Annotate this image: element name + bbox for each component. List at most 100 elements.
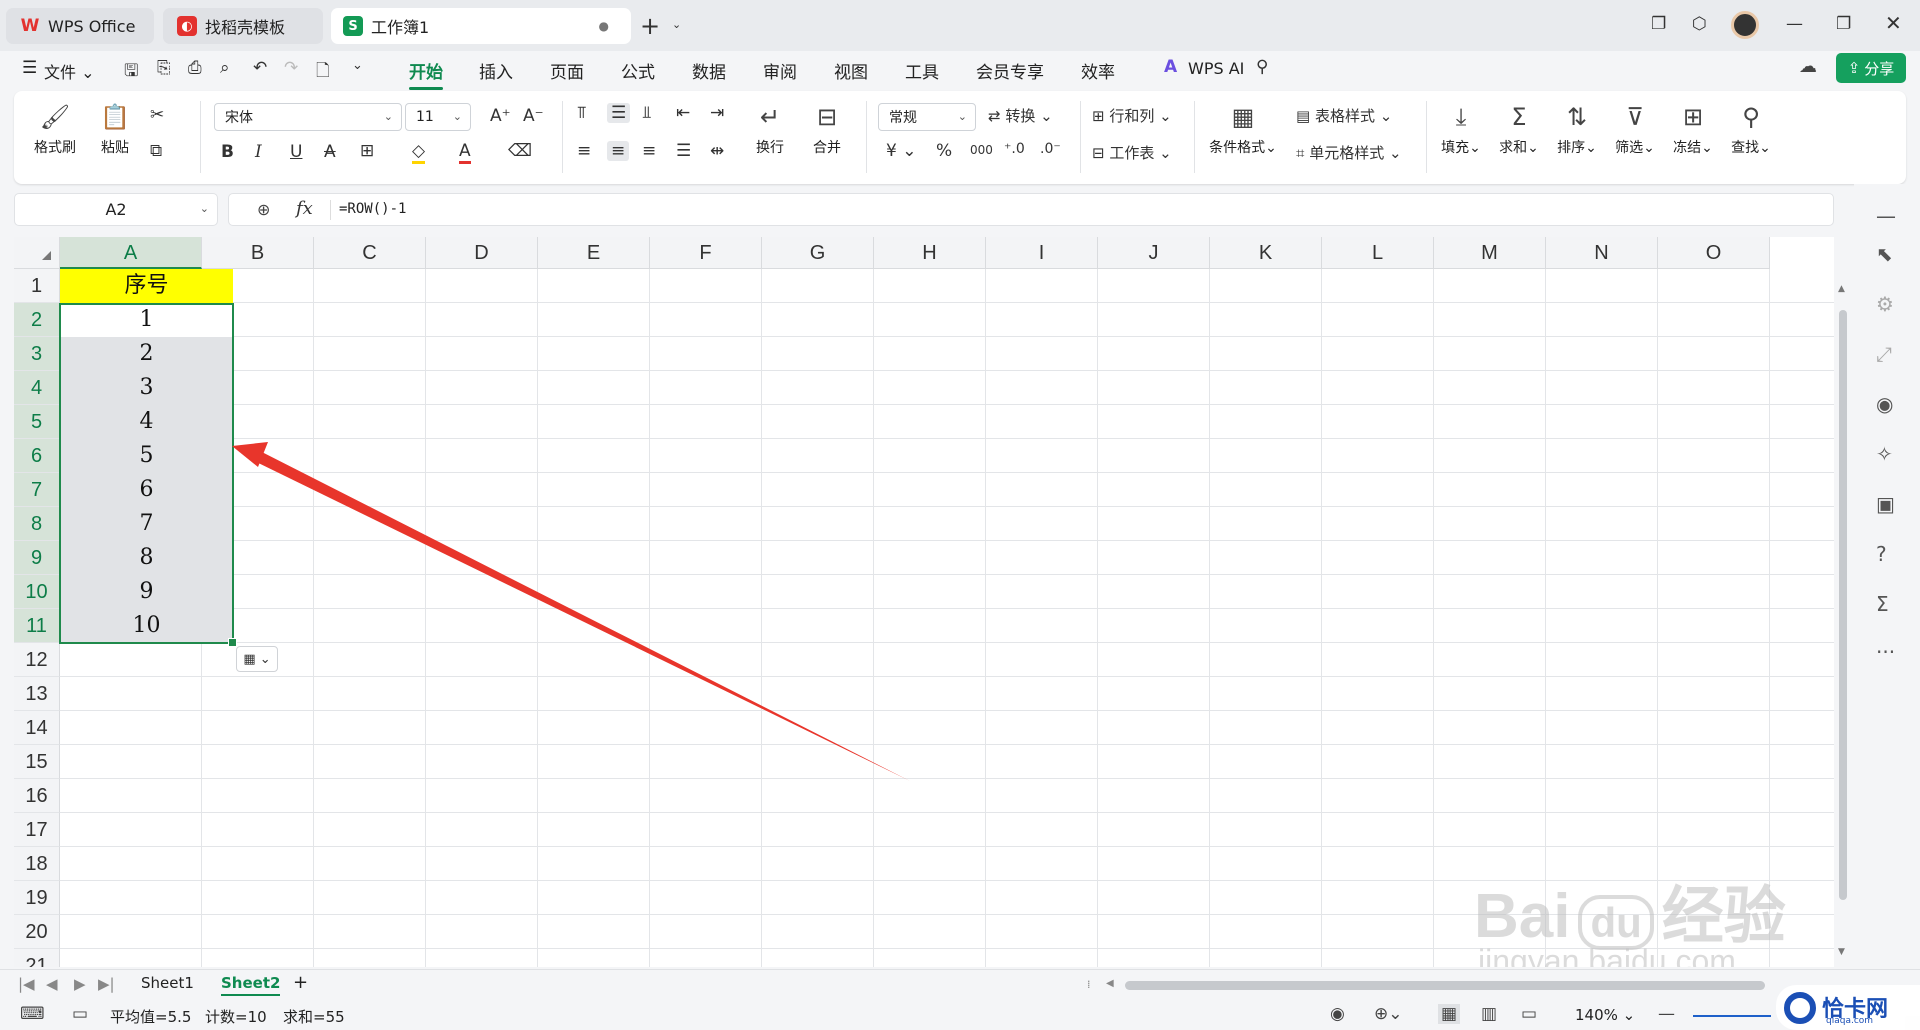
- restore-icon[interactable]: ❐: [1836, 14, 1851, 34]
- page-layout-view-icon[interactable]: ▭: [1521, 1004, 1537, 1024]
- macro-icon[interactable]: ⌨: [20, 1004, 45, 1024]
- chevron-down-icon[interactable]: ⌄: [672, 18, 681, 31]
- copy-icon[interactable]: ⧉: [150, 141, 162, 161]
- row-header-3[interactable]: 3: [14, 337, 60, 371]
- freeze-button[interactable]: ⊞ 冻结⌄: [1670, 103, 1716, 157]
- row-header-9[interactable]: 9: [14, 541, 60, 575]
- add-sheet-button[interactable]: +: [293, 972, 308, 993]
- cloud-sync-icon[interactable]: ☁: [1799, 56, 1817, 77]
- help-icon[interactable]: ?: [1876, 542, 1887, 566]
- justify-icon[interactable]: ☰: [676, 141, 691, 161]
- distributed-icon[interactable]: ⇹: [710, 141, 724, 161]
- percent-icon[interactable]: %: [936, 141, 952, 161]
- row-header-13[interactable]: 13: [14, 677, 60, 711]
- export-icon[interactable]: ⎘: [157, 58, 171, 78]
- normal-view-icon[interactable]: ▦: [1438, 1004, 1461, 1024]
- menu-insert[interactable]: 插入: [479, 58, 513, 83]
- format-painter-button[interactable]: 🖌 格式刷: [32, 103, 78, 157]
- menu-formula[interactable]: 公式: [621, 58, 655, 83]
- new-file-icon[interactable]: 🗋: [316, 58, 330, 87]
- menu-wps-ai[interactable]: WPS AI: [1188, 59, 1244, 78]
- row-header-1[interactable]: 1: [14, 269, 60, 303]
- column-header-m[interactable]: M: [1434, 237, 1546, 269]
- menu-view[interactable]: 视图: [834, 58, 868, 83]
- fill-color-icon[interactable]: ◇: [412, 141, 426, 164]
- zoom-slider[interactable]: [1693, 1015, 1771, 1017]
- column-header-h[interactable]: H: [874, 237, 986, 269]
- window-list-icon[interactable]: ❐: [1651, 14, 1666, 34]
- thousands-icon[interactable]: 000: [970, 143, 993, 157]
- align-left-icon[interactable]: ≡: [577, 141, 591, 161]
- name-box[interactable]: A2 ⌄: [14, 193, 218, 226]
- currency-icon[interactable]: ¥ ⌄: [886, 141, 916, 161]
- row-header-12[interactable]: 12: [14, 643, 60, 677]
- indent-icon[interactable]: ⇥: [710, 103, 724, 123]
- number-format-select[interactable]: 常规 ⌄: [878, 103, 976, 131]
- conditional-format-button[interactable]: ▦ 条件格式⌄: [1208, 103, 1278, 157]
- column-header-b[interactable]: B: [202, 237, 314, 269]
- cell-style-button[interactable]: ⌗ 单元格样式 ⌄: [1296, 142, 1402, 163]
- menu-tools[interactable]: 工具: [905, 58, 939, 83]
- column-header-g[interactable]: G: [762, 237, 874, 269]
- decrease-decimal-icon[interactable]: .0⁻: [1040, 141, 1061, 157]
- column-header-n[interactable]: N: [1546, 237, 1658, 269]
- formula-input[interactable]: =ROW()-1: [339, 201, 406, 217]
- sheet-tab-sheet1[interactable]: Sheet1: [141, 974, 194, 992]
- print-preview-icon[interactable]: ⌕: [220, 58, 230, 78]
- sort-button[interactable]: ⇅ 排序⌄: [1554, 103, 1600, 157]
- ai-chart-icon[interactable]: ◉: [1876, 392, 1893, 416]
- table-style-button[interactable]: ▤ 表格样式 ⌄: [1296, 105, 1392, 126]
- italic-icon[interactable]: I: [255, 142, 262, 162]
- menu-review[interactable]: 审阅: [763, 58, 797, 83]
- increase-font-icon[interactable]: A⁺: [490, 106, 511, 126]
- undo-icon[interactable]: ↶: [253, 58, 267, 78]
- page-icon[interactable]: ▭: [72, 1004, 88, 1024]
- column-header-l[interactable]: L: [1322, 237, 1434, 269]
- row-header-17[interactable]: 17: [14, 813, 60, 847]
- tab-wps-office[interactable]: W WPS Office: [6, 8, 154, 44]
- row-header-18[interactable]: 18: [14, 847, 60, 881]
- more-icon[interactable]: ···: [1876, 640, 1895, 664]
- row-header-5[interactable]: 5: [14, 405, 60, 439]
- cut-icon[interactable]: ✂: [150, 105, 164, 125]
- horizontal-scrollbar[interactable]: [1125, 981, 1765, 990]
- align-top-icon[interactable]: ⫪: [577, 103, 587, 123]
- align-bottom-icon[interactable]: ⫫: [642, 103, 652, 123]
- wps-ai-icon[interactable]: A: [1164, 57, 1177, 77]
- align-middle-icon[interactable]: ☰: [607, 103, 631, 123]
- tab-template[interactable]: ◐ 找稻壳模板: [163, 8, 323, 44]
- formula-bar[interactable]: ⊕ fx =ROW()-1: [228, 193, 1834, 226]
- column-header-e[interactable]: E: [538, 237, 650, 269]
- prev-sheet-icon[interactable]: ◀: [46, 975, 58, 993]
- tab-workbook[interactable]: S 工作簿1 ●: [331, 8, 631, 44]
- print-icon[interactable]: ⎙: [188, 58, 202, 78]
- select-cursor-icon[interactable]: ⬉: [1876, 242, 1893, 266]
- decrease-font-icon[interactable]: A⁻: [523, 106, 544, 126]
- transform-icon[interactable]: ⤢: [1876, 342, 1892, 366]
- book-icon[interactable]: ▣: [1876, 492, 1895, 516]
- scroll-thumb[interactable]: [1839, 310, 1847, 900]
- column-header-k[interactable]: K: [1210, 237, 1322, 269]
- menu-page[interactable]: 页面: [550, 58, 584, 83]
- layout-icon[interactable]: ⊕⌄: [1374, 1004, 1403, 1024]
- column-header-f[interactable]: F: [650, 237, 762, 269]
- border-icon[interactable]: ⊞: [360, 141, 374, 161]
- paste-button[interactable]: 📋 粘贴: [92, 103, 138, 157]
- column-header-a[interactable]: A: [60, 237, 202, 269]
- sum-button[interactable]: Σ 求和⌄: [1496, 103, 1542, 157]
- row-header-6[interactable]: 6: [14, 439, 60, 473]
- avatar[interactable]: [1731, 11, 1759, 39]
- column-header-i[interactable]: I: [986, 237, 1098, 269]
- function-icon[interactable]: fx: [296, 198, 313, 219]
- menu-member[interactable]: 会员专享: [976, 58, 1044, 83]
- unsaved-dot-icon[interactable]: ●: [599, 19, 609, 33]
- last-sheet-icon[interactable]: ▶|: [98, 975, 115, 993]
- page-break-view-icon[interactable]: ▥: [1481, 1004, 1497, 1024]
- sheet-tab-sheet2[interactable]: Sheet2: [221, 974, 281, 996]
- outdent-icon[interactable]: ⇤: [676, 103, 690, 123]
- save-icon[interactable]: 🖫: [124, 58, 138, 87]
- row-header-7[interactable]: 7: [14, 473, 60, 507]
- tools-icon[interactable]: ✧: [1876, 442, 1893, 466]
- scroll-up-icon[interactable]: ▲: [1838, 284, 1845, 294]
- row-header-11[interactable]: 11: [14, 609, 60, 643]
